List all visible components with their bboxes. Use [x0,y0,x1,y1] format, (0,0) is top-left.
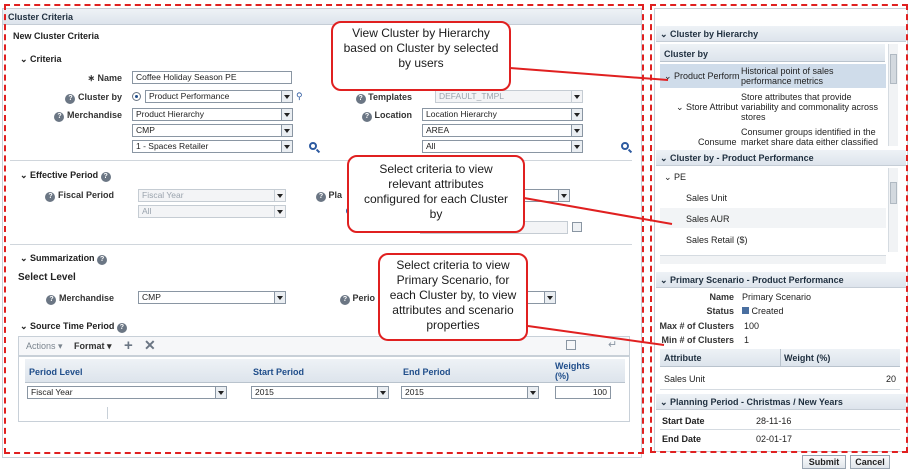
arrow-line-hierarchy [509,67,669,81]
callout-scenario: Select criteria to view Primary Scenario… [378,253,528,341]
callout-hierarchy: View Cluster by Hierarchy based on Clust… [331,21,511,91]
callout-attributes: Select criteria to view relevant attribu… [347,155,525,233]
arrow-line-scenario [527,325,665,346]
arrow-line-attributes [523,197,673,225]
